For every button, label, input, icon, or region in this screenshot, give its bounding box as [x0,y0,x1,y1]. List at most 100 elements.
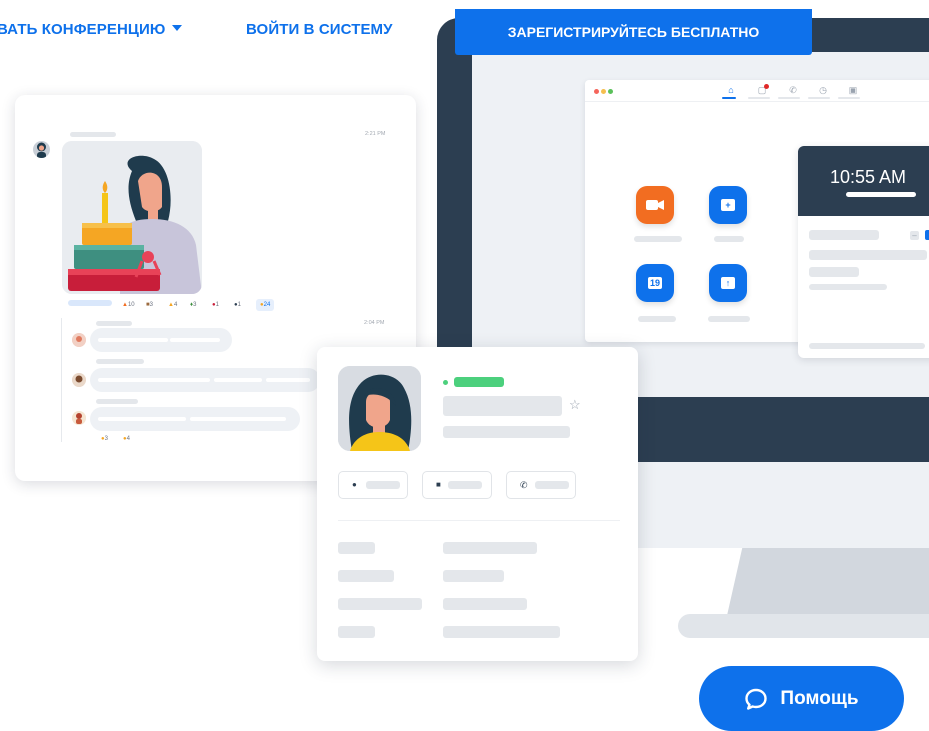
speech-bubble-icon [745,688,768,710]
video-action-button[interactable]: ■ [422,471,492,499]
reaction-chip[interactable]: ■3 [146,300,153,310]
phone-action-button[interactable]: ✆ [506,471,576,499]
sender-name-skeleton [96,321,132,326]
avatar [72,333,86,347]
home-icon: ⌂ [728,85,734,95]
help-button[interactable]: Помощь [699,666,904,731]
notification-dot-icon [764,84,769,89]
tile-label-skeleton [634,236,682,242]
chat-action-button[interactable]: ● [338,471,408,499]
tile-label-skeleton [708,316,750,322]
field-label-skeleton [338,542,375,554]
text-skeleton [266,378,310,382]
message-time: 2:21 PM [365,131,386,137]
field-label-skeleton [338,570,394,582]
field-value-skeleton [443,626,560,638]
start-button[interactable] [925,230,929,240]
reaction-chip[interactable]: ♦3 [190,300,196,310]
shared-photo [62,141,202,294]
calendar-icon: 19 [648,277,662,289]
text-skeleton [98,338,168,342]
sign-up-free-button[interactable]: ЗАРЕГИСТРИРУЙТЕСЬ БЕСПЛАТНО [455,9,812,55]
reaction-count: 3 [149,302,153,308]
reaction-count: 1 [237,302,241,308]
avatar [72,411,86,425]
meeting-line-skeleton [809,284,887,290]
reaction-chip[interactable]: ●4 [123,434,130,444]
reaction-chip-selected[interactable]: ●24 [256,299,275,311]
landing-hero: ВАТЬ КОНФЕРЕНЦИЮ ВОЙТИ В СИСТЕМУ ЗАРЕГИС… [0,0,929,731]
host-meeting-label: ВАТЬ КОНФЕРЕНЦИЮ [0,21,166,38]
sender-name-skeleton [96,359,144,364]
reaction-chip[interactable]: ●1 [234,300,241,310]
reaction-count: 4 [126,436,130,442]
label-skeleton [366,481,400,489]
contact-name-skeleton [443,396,562,416]
phone-icon: ✆ [789,85,797,95]
tile-label-skeleton [638,316,676,322]
field-label-skeleton [338,626,375,638]
reaction-chip[interactable]: ●3 [101,434,108,444]
status-badge [454,377,504,387]
reaction-count: 1 [215,302,219,308]
minimize-dot-icon [601,89,606,94]
maximize-dot-icon [608,89,613,94]
reaction-chip[interactable]: ▲4 [168,300,177,310]
share-screen-tile[interactable]: ↑ [709,264,747,302]
reaction-chip[interactable]: ▲10 [122,300,135,310]
star-icon[interactable]: ☆ [569,398,581,412]
meeting-line-skeleton [809,267,859,277]
text-skeleton [214,378,262,382]
clock-time: 10:55 AM [830,167,907,187]
reaction-count: 4 [173,302,178,308]
plus-icon: + [721,199,735,211]
schedule-tile[interactable]: 19 [636,264,674,302]
text-skeleton [98,378,210,382]
contact-detail-skeleton [443,426,570,438]
reaction-count: 24 [263,302,271,308]
reaction-count: 3 [193,302,197,308]
field-value-skeleton [443,570,504,582]
reaction-chip[interactable]: ●1 [212,300,219,310]
clock-header: 10:55 AM [798,146,929,216]
field-value-skeleton [443,598,527,610]
monitor-base [678,614,929,638]
join-tile[interactable]: + [709,186,747,224]
clock-icon: ◷ [819,85,827,95]
text-skeleton [190,417,286,421]
chevron-down-icon [172,25,183,31]
chat-bubble-icon: ● [352,480,357,489]
avatar [33,141,50,158]
tile-label-skeleton [714,236,744,242]
monitor-stand [726,548,929,620]
active-tab-underline [722,97,736,99]
meeting-line-skeleton [809,250,927,260]
date-skeleton [846,192,916,197]
divider [338,520,620,521]
online-status-icon [443,380,448,385]
message-bubble [90,368,320,392]
new-meeting-tile[interactable] [636,186,674,224]
text-skeleton [170,338,220,342]
sender-name-skeleton [96,399,138,404]
reaction-count: 10 [127,302,135,308]
footer-skeleton [809,343,925,349]
message-bubble [90,407,300,431]
thread-time: 2:04 PM [364,320,385,326]
contacts-icon: ▣ [848,85,858,95]
message-bubble [90,328,232,352]
thread-line [61,318,62,442]
avatar [72,373,86,387]
phone-icon: ✆ [520,480,528,490]
video-camera-icon: ■ [436,480,441,489]
host-meeting-menu[interactable]: ВАТЬ КОНФЕРЕНЦИЮ [0,21,183,38]
close-dot-icon [594,89,599,94]
share-icon: ↑ [721,277,735,289]
field-label-skeleton [338,598,422,610]
more-icon: – [910,231,919,240]
sign-in-link[interactable]: ВОЙТИ В СИСТЕМУ [246,21,393,38]
text-skeleton [98,417,186,421]
label-skeleton [448,481,482,489]
meeting-title-skeleton [809,230,879,240]
sender-name-skeleton [70,132,116,137]
